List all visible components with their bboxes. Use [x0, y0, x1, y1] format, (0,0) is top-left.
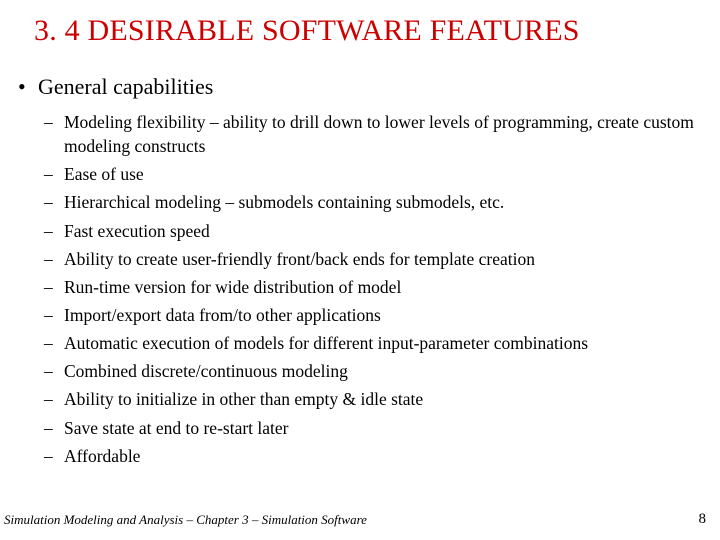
- sub-bullet-text: Hierarchical modeling – submodels contai…: [64, 192, 504, 212]
- sub-bullet-item: Hierarchical modeling – submodels contai…: [38, 190, 696, 214]
- sub-bullet-item: Ability to initialize in other than empt…: [38, 387, 696, 411]
- sub-bullet-text: Import/export data from/to other applica…: [64, 305, 381, 325]
- sub-bullet-item: Fast execution speed: [38, 219, 696, 243]
- sub-bullet-item: Ability to create user-friendly front/ba…: [38, 247, 696, 271]
- sub-bullet-text: Combined discrete/continuous modeling: [64, 361, 348, 381]
- sub-bullet-item: Save state at end to re-start later: [38, 416, 696, 440]
- sub-bullet-item: Import/export data from/to other applica…: [38, 303, 696, 327]
- page-number: 8: [699, 511, 707, 528]
- sub-bullet-text: Run-time version for wide distribution o…: [64, 277, 401, 297]
- sub-bullet-text: Fast execution speed: [64, 221, 210, 241]
- sub-bullet-item: Automatic execution of models for differ…: [38, 331, 696, 355]
- bullet-list-level1: General capabilities Modeling flexibilit…: [14, 74, 696, 468]
- footer-text: Simulation Modeling and Analysis – Chapt…: [4, 512, 367, 528]
- sub-bullet-item: Combined discrete/continuous modeling: [38, 359, 696, 383]
- slide-content: General capabilities Modeling flexibilit…: [0, 48, 720, 468]
- bullet-item: General capabilities Modeling flexibilit…: [14, 74, 696, 468]
- sub-bullet-text: Affordable: [64, 446, 140, 466]
- slide: 3. 4 DESIRABLE SOFTWARE FEATURES General…: [0, 0, 720, 540]
- sub-bullet-text: Ease of use: [64, 164, 144, 184]
- bullet-list-level2: Modeling flexibility – ability to drill …: [38, 110, 696, 468]
- sub-bullet-text: Ability to create user-friendly front/ba…: [64, 249, 535, 269]
- sub-bullet-text: Automatic execution of models for differ…: [64, 333, 588, 353]
- sub-bullet-item: Ease of use: [38, 162, 696, 186]
- slide-title: 3. 4 DESIRABLE SOFTWARE FEATURES: [0, 0, 720, 48]
- sub-bullet-item: Modeling flexibility – ability to drill …: [38, 110, 696, 158]
- sub-bullet-item: Affordable: [38, 444, 696, 468]
- sub-bullet-item: Run-time version for wide distribution o…: [38, 275, 696, 299]
- sub-bullet-text: Modeling flexibility – ability to drill …: [64, 112, 694, 156]
- sub-bullet-text: Save state at end to re-start later: [64, 418, 288, 438]
- sub-bullet-text: Ability to initialize in other than empt…: [64, 389, 423, 409]
- bullet-text: General capabilities: [38, 74, 213, 99]
